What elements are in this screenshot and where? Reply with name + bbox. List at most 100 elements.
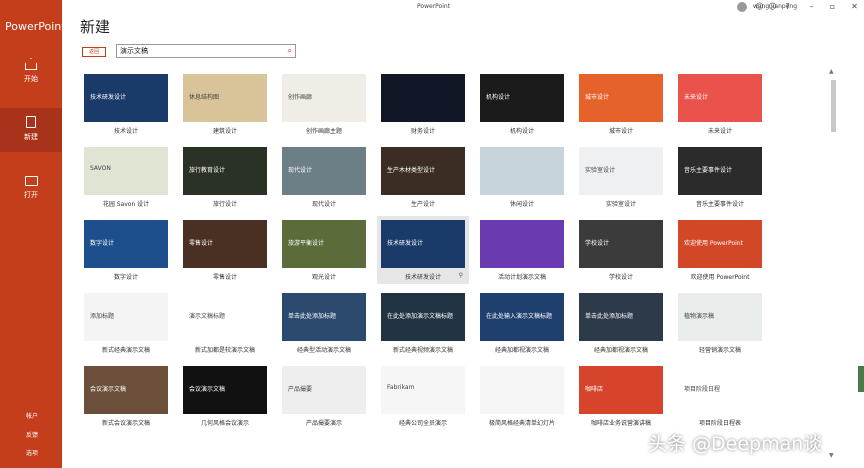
template-tile[interactable]: 旅行教育设计 旅行设计 (179, 143, 271, 211)
template-thumbnail-text: 学校设计 (585, 240, 610, 247)
template-tile[interactable]: 会议演示文稿 新式会议演示文稿 (80, 362, 172, 430)
template-thumbnail: 项目阶段日程 (678, 366, 762, 414)
template-thumbnail: 技术研发设计 (381, 220, 465, 268)
template-thumbnail: 在此处输入演示文稿标题 (480, 293, 564, 341)
template-tile[interactable]: 音乐主要事件设计 音乐主要事件设计 (674, 143, 766, 211)
new-document-icon (26, 116, 36, 128)
frown-icon[interactable]: ☹ (768, 2, 777, 11)
template-thumbnail-text: 创作画廊 (288, 94, 313, 101)
template-caption: 新式经典演示文稿 (101, 347, 150, 354)
nav-options[interactable]: 选项 (26, 448, 38, 457)
back-button[interactable]: 返回 (82, 47, 106, 57)
side-tab[interactable] (858, 366, 864, 392)
template-caption: 几何风格会议演示 (200, 420, 249, 427)
template-tile[interactable]: 休息结构图 建筑设计 (179, 70, 271, 138)
help-icon[interactable]: ? (783, 2, 792, 11)
template-tile[interactable]: 财务设计 (377, 70, 469, 138)
template-thumbnail-text: 单击此处添加标题 (585, 313, 634, 320)
template-tile[interactable]: 咖啡店 咖啡店业务说营演讲稿 (575, 362, 667, 430)
template-tile[interactable]: 城市设计 城市设计 (575, 70, 667, 138)
template-thumbnail-text: 欢迎使用 PowerPoint (684, 240, 743, 247)
template-tile[interactable]: 产品撮要产品撮要演示 (278, 362, 370, 430)
template-thumbnail-text: Fabrikam (387, 384, 415, 391)
home-icon (25, 58, 37, 70)
restore-icon[interactable]: ▫ (828, 2, 837, 11)
search-input[interactable] (117, 45, 280, 57)
template-thumbnail-text: 添加标题 (90, 313, 115, 320)
template-thumbnail: SAVON (84, 147, 168, 195)
template-tile[interactable]: 单击此处添加标题 经典型活动演示文稿 (278, 289, 370, 357)
avatar[interactable] (737, 2, 747, 12)
template-caption: 轻营销演示文稿 (698, 347, 741, 354)
template-caption: 现代设计 (311, 201, 336, 208)
template-caption: 新式经典视频演示文稿 (392, 347, 453, 354)
template-tile[interactable]: 零售设计 零售设计 (179, 216, 271, 284)
nav-account[interactable]: 帐户 (26, 411, 38, 420)
nav-feedback[interactable]: 反馈 (26, 430, 38, 439)
search-icon[interactable]: ⌕ (288, 46, 292, 56)
template-tile[interactable]: 添加标题新式经典演示文稿 (80, 289, 172, 357)
template-tile[interactable]: 在此处添加演示文稿标题 新式经典视频演示文稿 (377, 289, 469, 357)
template-tile[interactable]: 旅游平衡设计观光设计 (278, 216, 370, 284)
template-thumbnail: 旅游平衡设计 (282, 220, 366, 268)
template-caption: 经典加都视演示文稿 (494, 347, 549, 354)
template-tile[interactable]: 演示文稿标题 新式加都是较演示文稿 (179, 289, 271, 357)
template-tile[interactable]: 极简风格经典清单幻灯片 (476, 362, 568, 430)
template-tile[interactable]: 现代设计 现代设计 (278, 143, 370, 211)
template-caption: 机构设计 (509, 128, 534, 135)
template-caption: 旅行设计 (212, 201, 237, 208)
template-tile[interactable]: 在此处输入演示文稿标题经典加都视演示文稿 (476, 289, 568, 357)
scroll-down-arrow[interactable]: ▼ (829, 452, 834, 459)
scroll-up-arrow[interactable]: ▲ (829, 68, 834, 75)
template-caption: 建筑设计 (212, 128, 237, 135)
template-tile[interactable]: 数字设计 数字设计 (80, 216, 172, 284)
template-tile[interactable]: 单击此处添加标题 经典加都视演示文稿 (575, 289, 667, 357)
template-tile[interactable]: 活动计划演示文稿 (476, 216, 568, 284)
template-caption: 技术设计 (113, 128, 138, 135)
nav-new[interactable]: 新建 (0, 108, 62, 152)
template-thumbnail-text: 零售设计 (189, 240, 214, 247)
template-caption: 咖啡店业务说营演讲稿 (590, 420, 651, 427)
template-thumbnail-text: 城市设计 (585, 94, 610, 101)
template-tile[interactable]: Fabrikam 经典公司全员演示 (377, 362, 469, 430)
template-tile[interactable]: SAVON 花园 Savon 设计 (80, 143, 172, 211)
template-thumbnail: 现代设计 (282, 147, 366, 195)
template-thumbnail: 单击此处添加标题 (579, 293, 663, 341)
scrollbar-thumb[interactable] (831, 80, 836, 132)
template-thumbnail: 植物演示稿 (678, 293, 762, 341)
template-tile[interactable]: 创作画廊 创作画廊主题 (278, 70, 370, 138)
smiley-icon[interactable]: ☺ (755, 2, 764, 11)
template-thumbnail: Fabrikam (381, 366, 465, 414)
minimize-icon[interactable]: – (807, 2, 816, 11)
template-tile[interactable]: 学校设计 学校设计 (575, 216, 667, 284)
template-thumbnail: 音乐主要事件设计 (678, 147, 762, 195)
template-caption: 欢迎使用 PowerPoint (690, 274, 750, 281)
template-tile[interactable]: 未来设计 未来设计 (674, 70, 766, 138)
nav-open[interactable]: 打开 (0, 166, 62, 210)
template-thumbnail-text: 生产木材类型设计 (387, 167, 436, 174)
page-title: 新建 (80, 18, 111, 36)
template-caption: 产品撮要演示 (305, 420, 342, 427)
template-tile[interactable]: 技术研发设计 技术研发设计 ⚲ (377, 216, 469, 284)
pin-icon[interactable]: ⚲ (459, 272, 463, 279)
template-thumbnail: 会议演示文稿 (183, 366, 267, 414)
template-tile[interactable]: 生产木材类型设计 生产设计 (377, 143, 469, 211)
template-thumbnail-text: 实验室设计 (585, 167, 616, 174)
template-thumbnail: 实验室设计 (579, 147, 663, 195)
template-thumbnail-text: 技术研发设计 (90, 94, 127, 101)
template-caption: 观光设计 (311, 274, 336, 281)
template-tile[interactable]: 实验室设计 实验室设计 (575, 143, 667, 211)
template-tile[interactable]: 技术研发设计技术设计 (80, 70, 172, 138)
template-tile[interactable]: 机构设计 机构设计 (476, 70, 568, 138)
template-tile[interactable]: 会议演示文稿几何风格会议演示 (179, 362, 271, 430)
nav-home[interactable]: 开始 (0, 50, 62, 94)
template-tile[interactable]: 休闲设计 (476, 143, 568, 211)
app-name: PowerPoint (5, 20, 66, 33)
close-icon[interactable]: ✕ (850, 2, 859, 11)
template-tile[interactable]: 欢迎使用 PowerPoint 欢迎使用 PowerPoint (674, 216, 766, 284)
template-tile[interactable]: 植物演示稿轻营销演示文稿 (674, 289, 766, 357)
template-thumbnail: 产品撮要 (282, 366, 366, 414)
template-tile[interactable]: 项目阶段日程 项目阶段日程表 (674, 362, 766, 430)
template-thumbnail: 零售设计 (183, 220, 267, 268)
template-thumbnail: 机构设计 (480, 74, 564, 122)
